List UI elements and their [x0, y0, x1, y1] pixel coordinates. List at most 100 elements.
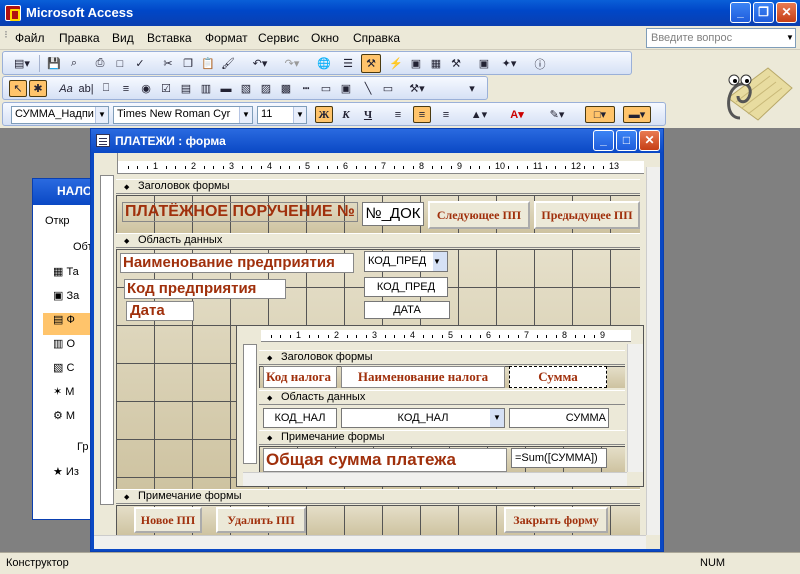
cut-icon[interactable]: ✂: [159, 55, 177, 72]
band-header-form[interactable]: Заголовок формы: [116, 179, 640, 194]
paste-icon[interactable]: 📋: [199, 55, 217, 72]
help-dropdown-icon[interactable]: ▼: [786, 33, 794, 42]
minimize-button[interactable]: _: [730, 2, 751, 23]
date-label[interactable]: Дата: [126, 301, 194, 321]
company-code-label[interactable]: Код предприятия: [124, 279, 286, 299]
restore-button[interactable]: ❐: [753, 2, 774, 23]
help-icon[interactable]: ⓘ: [531, 55, 549, 72]
subform-band-detail[interactable]: Область данных: [259, 390, 625, 405]
view-icon[interactable]: ▤▾: [9, 55, 35, 72]
close-form-button[interactable]: Закрыть форму: [504, 507, 608, 533]
italic-icon[interactable]: К: [337, 106, 355, 123]
subform-tax-name-combo[interactable]: КОД_НАЛ ▼: [341, 408, 505, 428]
database-window-icon[interactable]: ▣: [475, 55, 493, 72]
line-width-icon[interactable]: □▾: [585, 106, 615, 123]
date-field[interactable]: ДАТА: [364, 301, 450, 319]
subform-horizontal-scrollbar[interactable]: [243, 472, 627, 486]
company-code-combo[interactable]: КОД_ПРЕД ▼: [364, 251, 448, 272]
hyperlink-icon[interactable]: 🌐: [315, 55, 333, 72]
menu-help[interactable]: Справка: [353, 31, 400, 45]
band-footer-form[interactable]: Примечание формы: [116, 489, 640, 504]
chevron-down-icon[interactable]: ▼: [490, 409, 504, 427]
code-icon[interactable]: ▣: [407, 55, 425, 72]
align-right-icon[interactable]: ≡: [437, 106, 455, 123]
bound-frame-icon[interactable]: ▩: [277, 80, 295, 97]
properties-icon[interactable]: ▦: [427, 55, 445, 72]
menu-insert[interactable]: Вставка: [147, 31, 192, 45]
company-name-label[interactable]: Наименование предприятия: [120, 253, 354, 273]
subform-tax-code-label[interactable]: Код налога: [263, 366, 337, 388]
prev-order-button[interactable]: Предыдущее ПП: [534, 201, 640, 229]
total-sum-field[interactable]: =Sum([СУММА]): [511, 448, 607, 468]
preview-icon[interactable]: □: [111, 55, 129, 72]
builder-icon[interactable]: ⚒: [447, 55, 465, 72]
option-button-icon[interactable]: ◉: [137, 80, 155, 97]
doc-number-field[interactable]: №_ДОК: [362, 202, 424, 226]
unbound-frame-icon[interactable]: ▨: [257, 80, 275, 97]
close-button[interactable]: ✕: [776, 2, 797, 23]
more-controls-icon[interactable]: ⚒▾: [403, 80, 431, 97]
subform-vertical-scrollbar[interactable]: [627, 344, 643, 472]
line-color-icon[interactable]: ✎▾: [543, 106, 571, 123]
form-close-button[interactable]: ✕: [639, 130, 660, 151]
new-object-icon[interactable]: ✦▾: [495, 55, 523, 72]
delete-order-button[interactable]: Удалить ПП: [216, 507, 306, 533]
subform-band-footer[interactable]: Примечание формы: [259, 430, 625, 445]
checkbox-icon[interactable]: ☑: [157, 80, 175, 97]
line-tool-icon[interactable]: ╲: [359, 80, 377, 97]
menu-view[interactable]: Вид: [112, 31, 134, 45]
menu-edit[interactable]: Правка: [59, 31, 100, 45]
autoformat-icon[interactable]: ⚡: [387, 55, 405, 72]
rectangle-tool-icon[interactable]: ▭: [379, 80, 397, 97]
company-code-field[interactable]: КОД_ПРЕД: [364, 277, 448, 297]
textbox-tool-icon[interactable]: ab|: [77, 80, 95, 97]
listbox-tool-icon[interactable]: ▥: [197, 80, 215, 97]
band-detail[interactable]: Область данных: [116, 233, 640, 248]
subform-band-header[interactable]: Заголовок формы: [259, 350, 625, 365]
control-wizards-icon[interactable]: ✱: [29, 80, 47, 97]
help-search-input[interactable]: Введите вопрос: [646, 28, 796, 48]
format-painter-icon[interactable]: 🖌: [219, 55, 237, 72]
font-size-combo[interactable]: 11 ▼: [257, 106, 307, 124]
undo-icon[interactable]: ↶▾: [247, 55, 273, 72]
special-effect-icon[interactable]: ▬▾: [623, 106, 651, 123]
font-color-icon[interactable]: A▾: [503, 106, 531, 123]
spelling-icon[interactable]: ✓: [131, 55, 149, 72]
option-group-icon[interactable]: ⎕: [97, 80, 115, 97]
subform-sum-field[interactable]: СУММА: [509, 408, 609, 428]
subform-tax-name-label[interactable]: Наименование налога: [341, 366, 505, 388]
object-combo[interactable]: СУММА_Надпи ▼: [11, 106, 109, 124]
subform-tool-icon[interactable]: ▣: [337, 80, 355, 97]
menu-format[interactable]: Формат: [205, 31, 248, 45]
menu-file[interactable]: Файл: [15, 31, 45, 45]
form-horizontal-scrollbar[interactable]: [94, 535, 646, 549]
toolbar-options-icon[interactable]: ▾: [465, 80, 479, 97]
page-break-icon[interactable]: ┅: [297, 80, 315, 97]
image-tool-icon[interactable]: ▧: [237, 80, 255, 97]
combobox-tool-icon[interactable]: ▤: [177, 80, 195, 97]
search-icon[interactable]: ⌕: [65, 55, 83, 72]
payment-order-title-label[interactable]: ПЛАТЁЖНОЕ ПОРУЧЕНИЕ №: [122, 202, 358, 222]
label-tool-icon[interactable]: Aa: [57, 80, 75, 97]
align-center-icon[interactable]: ≡: [413, 106, 431, 123]
subform-sum-label[interactable]: Сумма: [509, 366, 607, 388]
chevron-down-icon[interactable]: ▼: [433, 252, 447, 271]
toggle-button-icon[interactable]: ≡: [117, 80, 135, 97]
fill-color-icon[interactable]: ▲▾: [465, 106, 493, 123]
font-combo[interactable]: Times New Roman Cyr ▼: [113, 106, 253, 124]
bold-icon[interactable]: Ж: [315, 106, 333, 123]
select-objects-icon[interactable]: ↖: [9, 80, 27, 97]
copy-icon[interactable]: ❐: [179, 55, 197, 72]
form-maximize-button[interactable]: □: [616, 130, 637, 151]
menu-tools[interactable]: Сервис: [258, 31, 299, 45]
subform-control[interactable]: 1 2 3 4 5 6 7 8 9 Заголовок формы Код налога Наи…: [236, 325, 644, 487]
office-assistant-icon[interactable]: [708, 58, 794, 126]
total-payment-label[interactable]: Общая сумма платежа: [263, 448, 507, 472]
save-icon[interactable]: 💾: [45, 55, 63, 72]
form-vertical-scrollbar[interactable]: [646, 167, 660, 535]
underline-icon[interactable]: Ч: [359, 106, 377, 123]
command-button-icon[interactable]: ▬: [217, 80, 235, 97]
form-minimize-button[interactable]: _: [593, 130, 614, 151]
next-order-button[interactable]: Следующее ПП: [428, 201, 530, 229]
field-list-icon[interactable]: ☰: [339, 55, 357, 72]
